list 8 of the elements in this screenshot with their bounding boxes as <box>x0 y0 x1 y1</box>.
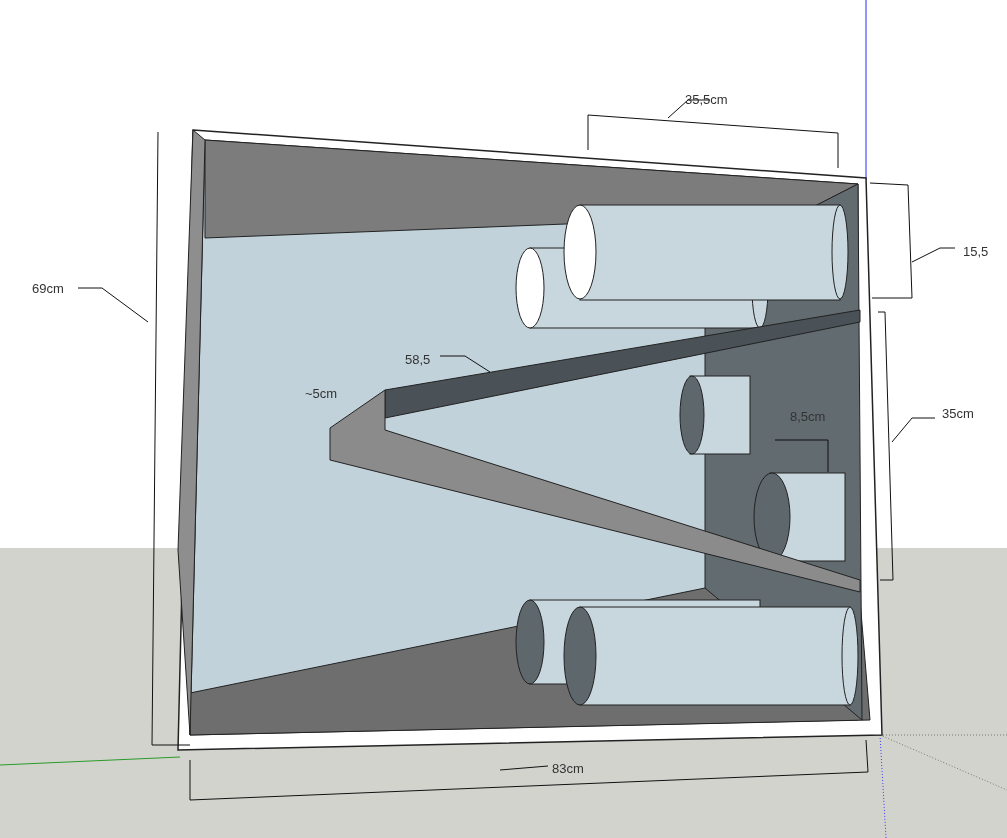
dimension-label: 35,5cm <box>685 92 728 107</box>
dimension-label: ~5cm <box>305 386 338 401</box>
dimension-label: 69cm <box>32 281 64 296</box>
dimension-label: 35cm <box>942 406 974 421</box>
dimension-label: 83cm <box>552 761 584 776</box>
dimension-label: 15,5 <box>963 244 989 259</box>
dimension-label: 58,5 <box>405 352 431 367</box>
dimension-label: 8,5cm <box>790 409 826 424</box>
